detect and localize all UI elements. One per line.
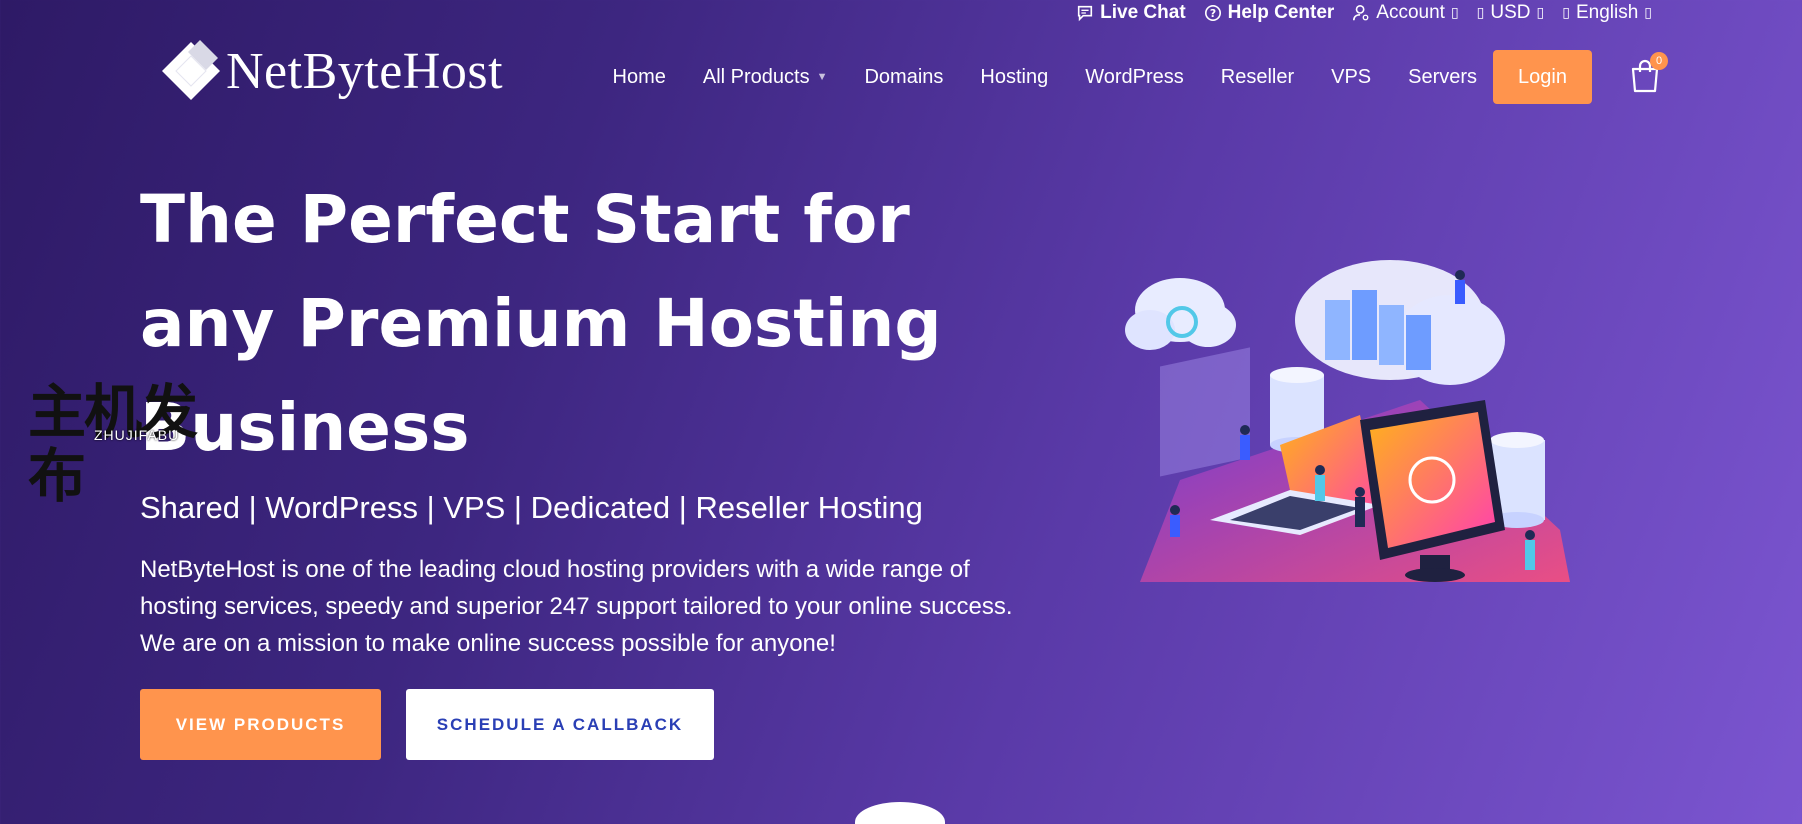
- nav-home-label: Home: [612, 65, 666, 88]
- currency-glyph-icon: ▯: [1476, 5, 1485, 21]
- nav-home[interactable]: Home: [594, 48, 684, 106]
- utility-bar: Live Chat ? Help Center Account ▯ ▯ USD …: [1076, 0, 1652, 26]
- chevron-down-icon: ▼: [816, 71, 828, 83]
- currency-label: USD: [1490, 2, 1531, 23]
- nav-domains[interactable]: Domains: [846, 48, 962, 106]
- cloud-sync-icon: [1125, 278, 1236, 350]
- nav-vps-label: VPS: [1331, 65, 1372, 88]
- currency-caret-icon: ▯: [1536, 5, 1545, 21]
- login-button[interactable]: Login: [1493, 50, 1592, 104]
- hero-subtitle: Shared | WordPress | VPS | Dedicated | R…: [140, 490, 923, 525]
- svg-text:?: ?: [1210, 7, 1216, 20]
- nav-servers-label: Servers: [1408, 65, 1478, 88]
- nav-wordpress-label: WordPress: [1085, 65, 1184, 88]
- cart-count-badge: 0: [1650, 52, 1668, 70]
- nav-wordpress[interactable]: WordPress: [1067, 48, 1203, 106]
- help-center-link[interactable]: ? Help Center: [1204, 2, 1335, 24]
- account-label: Account: [1376, 2, 1445, 23]
- hero-title: The Perfect Start for any Premium Hostin…: [140, 181, 942, 466]
- nav-all-products[interactable]: All Products ▼: [684, 48, 846, 106]
- nav-vps[interactable]: VPS: [1313, 48, 1390, 106]
- nav-domains-label: Domains: [864, 65, 944, 88]
- language-selector[interactable]: ▯ English ▯: [1562, 2, 1652, 24]
- schedule-callback-button[interactable]: SCHEDULE A CALLBACK: [406, 689, 714, 760]
- nav-reseller-label: Reseller: [1220, 65, 1295, 88]
- language-label: English: [1575, 2, 1639, 23]
- live-chat-link[interactable]: Live Chat: [1076, 2, 1186, 24]
- cloud-server-icon: [1295, 260, 1505, 385]
- currency-selector[interactable]: ▯ USD ▯: [1477, 2, 1545, 24]
- dropdown-glyph-icon: ▯: [1450, 5, 1459, 21]
- brand-name: NetByteHost: [226, 42, 504, 100]
- language-caret-icon: ▯: [1644, 5, 1652, 21]
- hero-description: NetByteHost is one of the leading cloud …: [140, 556, 1013, 657]
- chat-icon: [1078, 5, 1093, 22]
- nav-all-products-label: All Products: [702, 65, 810, 88]
- brand-logo[interactable]: NetByteHost: [158, 34, 503, 108]
- live-chat-label: Live Chat: [1100, 2, 1186, 23]
- nav-hosting[interactable]: Hosting: [962, 48, 1067, 106]
- language-glyph-icon: ▯: [1562, 5, 1570, 21]
- nav-servers[interactable]: Servers: [1390, 48, 1496, 106]
- account-menu[interactable]: Account ▯: [1352, 2, 1459, 24]
- help-center-label: Help Center: [1227, 2, 1335, 23]
- nav-reseller[interactable]: Reseller: [1202, 48, 1312, 106]
- hosting-illustration: [1125, 260, 1570, 582]
- main-nav: Home All Products ▼ Domains Hosting WordP…: [594, 48, 1496, 106]
- user-gear-icon: [1353, 4, 1369, 21]
- logo-diamond-icon: [162, 40, 220, 100]
- question-circle-icon: ?: [1204, 4, 1221, 22]
- cart-button[interactable]: 0: [1628, 52, 1668, 94]
- nav-hosting-label: Hosting: [980, 65, 1049, 88]
- scroll-indicator-shape: [855, 802, 945, 824]
- view-products-button[interactable]: VIEW PRODUCTS: [140, 689, 381, 760]
